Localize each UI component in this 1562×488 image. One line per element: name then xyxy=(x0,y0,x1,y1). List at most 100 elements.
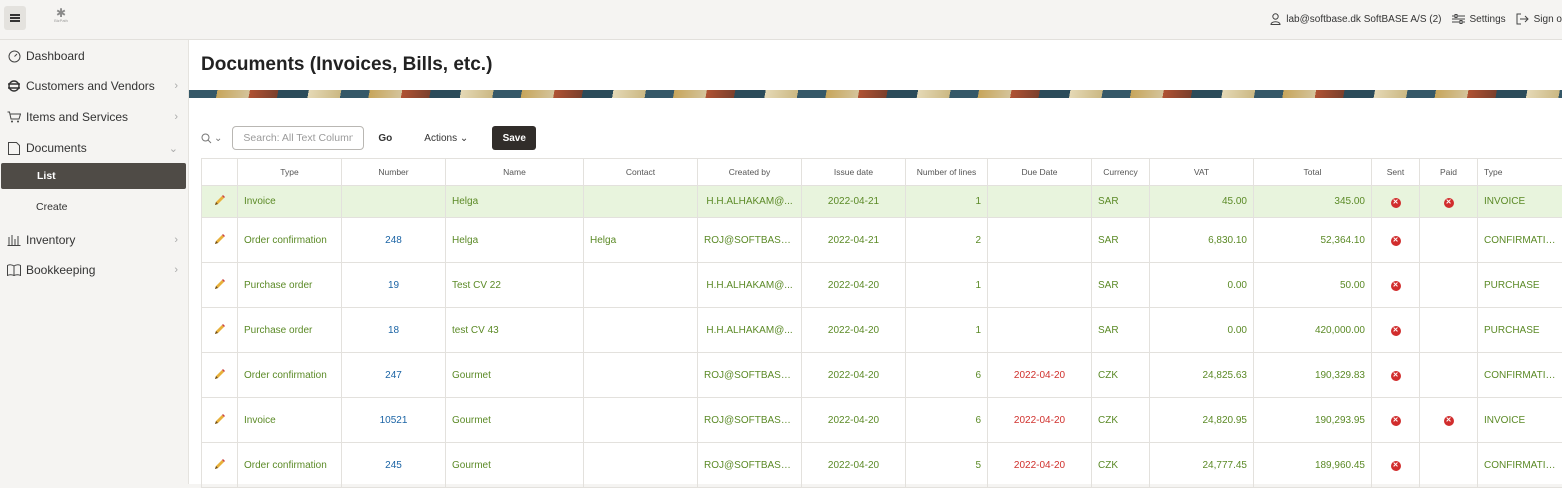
doc-type-cell: CONFIRMATION xyxy=(1478,353,1562,398)
pencil-icon[interactable] xyxy=(214,458,226,470)
status-x-icon: ✕ xyxy=(1391,461,1401,471)
issue-date-cell: 2022-04-21 xyxy=(802,218,906,263)
column-header[interactable]: Contact xyxy=(584,159,698,186)
column-header[interactable]: Number xyxy=(342,159,446,186)
type-cell: Order confirmation xyxy=(238,443,342,488)
table-row[interactable]: Invoice10521GourmetROJ@SOFTBASE.DK2022-0… xyxy=(202,398,1562,443)
save-button[interactable]: Save xyxy=(492,126,536,150)
column-header[interactable]: VAT xyxy=(1150,159,1254,186)
column-header[interactable]: Total xyxy=(1254,159,1372,186)
created-by-cell: H.H.ALHAKAM@... xyxy=(698,186,802,218)
lines-cell: 6 xyxy=(906,353,988,398)
column-header[interactable]: Issue date xyxy=(802,159,906,186)
sidebar-item-label: Items and Services xyxy=(26,110,128,124)
column-header[interactable]: Type xyxy=(238,159,342,186)
doc-type-cell: INVOICE xyxy=(1478,186,1562,218)
signout-button[interactable]: Sign o xyxy=(1516,13,1562,25)
column-header[interactable]: Created by xyxy=(698,159,802,186)
status-x-icon: ✕ xyxy=(1444,416,1454,426)
column-header[interactable]: Currency xyxy=(1092,159,1150,186)
pencil-icon[interactable] xyxy=(214,413,226,425)
search-column-selector[interactable]: ⌄ xyxy=(201,133,222,144)
edit-button[interactable] xyxy=(202,186,238,218)
created-by-cell: ROJ@SOFTBASE.DK xyxy=(698,353,802,398)
contact-cell: Helga xyxy=(584,218,698,263)
page-banner xyxy=(189,90,1562,98)
column-header[interactable]: Sent xyxy=(1372,159,1420,186)
chevron-right-icon: › xyxy=(174,111,178,123)
table-row[interactable]: Order confirmation245GourmetROJ@SOFTBASE… xyxy=(202,443,1562,488)
edit-button[interactable] xyxy=(202,398,238,443)
sidebar-subitem-label: Create xyxy=(36,201,68,213)
number-cell: 10521 xyxy=(342,398,446,443)
search-input[interactable] xyxy=(232,126,364,150)
pencil-icon[interactable] xyxy=(214,368,226,380)
sidebar-item-bookkeeping[interactable]: Bookkeeping › xyxy=(0,256,188,284)
column-header[interactable]: Due Date xyxy=(988,159,1092,186)
column-header[interactable]: Type xyxy=(1478,159,1562,186)
sent-cell: ✕ xyxy=(1372,443,1420,488)
due-date-cell: 2022-04-20 xyxy=(988,398,1092,443)
table-row[interactable]: Purchase order18test CV 43H.H.ALHAKAM@..… xyxy=(202,308,1562,353)
status-x-icon: ✕ xyxy=(1444,198,1454,208)
total-cell: 50.00 xyxy=(1254,263,1372,308)
name-cell: Helga xyxy=(446,186,584,218)
table-row[interactable]: InvoiceHelgaH.H.ALHAKAM@...2022-04-211SA… xyxy=(202,186,1562,218)
column-header[interactable]: Name xyxy=(446,159,584,186)
status-x-icon: ✕ xyxy=(1391,236,1401,246)
currency-cell: CZK xyxy=(1092,398,1150,443)
sidebar-item-items[interactable]: Items and Services › xyxy=(0,103,188,131)
table-row[interactable]: Purchase order19Test CV 22H.H.ALHAKAM@..… xyxy=(202,263,1562,308)
due-date-cell xyxy=(988,308,1092,353)
pencil-icon[interactable] xyxy=(214,194,226,206)
total-cell: 190,329.83 xyxy=(1254,353,1372,398)
total-cell: 420,000.00 xyxy=(1254,308,1372,353)
settings-button[interactable]: Settings xyxy=(1452,14,1506,25)
currency-cell: SAR xyxy=(1092,308,1150,353)
edit-button[interactable] xyxy=(202,308,238,353)
pencil-icon[interactable] xyxy=(214,278,226,290)
pencil-icon[interactable] xyxy=(214,323,226,335)
paid-cell xyxy=(1420,353,1478,398)
vat-cell: 0.00 xyxy=(1150,263,1254,308)
paid-cell: ✕ xyxy=(1420,186,1478,218)
report-toolbar: ⌄ Go Actions ⌄ Save xyxy=(201,124,536,152)
sidebar-item-customers[interactable]: Customers and Vendors › xyxy=(0,72,188,100)
number-cell: 247 xyxy=(342,353,446,398)
column-header[interactable]: Number of lines xyxy=(906,159,988,186)
status-x-icon: ✕ xyxy=(1391,416,1401,426)
edit-button[interactable] xyxy=(202,443,238,488)
created-by-cell: H.H.ALHAKAM@... xyxy=(698,263,802,308)
app-logo[interactable]: ✱BizPath xyxy=(50,8,72,24)
pencil-icon[interactable] xyxy=(214,233,226,245)
table-row[interactable]: Order confirmation248HelgaHelgaROJ@SOFTB… xyxy=(202,218,1562,263)
total-cell: 345.00 xyxy=(1254,186,1372,218)
name-cell: Helga xyxy=(446,218,584,263)
sidebar-subitem-create[interactable]: Create xyxy=(0,194,186,220)
edit-button[interactable] xyxy=(202,263,238,308)
created-by-cell: ROJ@SOFTBASE.DK xyxy=(698,443,802,488)
type-cell: Order confirmation xyxy=(238,218,342,263)
go-button[interactable]: Go xyxy=(378,133,392,144)
signout-label: Sign o xyxy=(1534,14,1562,25)
actions-menu-button[interactable]: Actions ⌄ xyxy=(424,133,468,144)
edit-button[interactable] xyxy=(202,353,238,398)
menu-toggle-button[interactable] xyxy=(4,6,26,30)
sent-cell: ✕ xyxy=(1372,308,1420,353)
sidebar-item-label: Customers and Vendors xyxy=(26,79,155,93)
paid-cell xyxy=(1420,308,1478,353)
sidebar-item-documents[interactable]: Documents ⌄ xyxy=(0,134,188,162)
document-icon xyxy=(5,142,23,155)
contact-cell xyxy=(584,353,698,398)
user-menu[interactable]: lab@softbase.dk SoftBASE A/S (2) xyxy=(1270,13,1441,25)
sidebar-item-inventory[interactable]: Inventory › xyxy=(0,226,188,254)
edit-button[interactable] xyxy=(202,218,238,263)
column-header[interactable]: Paid xyxy=(1420,159,1478,186)
sidebar-subitem-list[interactable]: List xyxy=(1,163,186,189)
doc-type-cell: PURCHASE xyxy=(1478,308,1562,353)
number-cell xyxy=(342,186,446,218)
sent-cell: ✕ xyxy=(1372,398,1420,443)
sent-cell: ✕ xyxy=(1372,218,1420,263)
sidebar-item-dashboard[interactable]: Dashboard xyxy=(0,42,188,70)
table-row[interactable]: Order confirmation247GourmetROJ@SOFTBASE… xyxy=(202,353,1562,398)
